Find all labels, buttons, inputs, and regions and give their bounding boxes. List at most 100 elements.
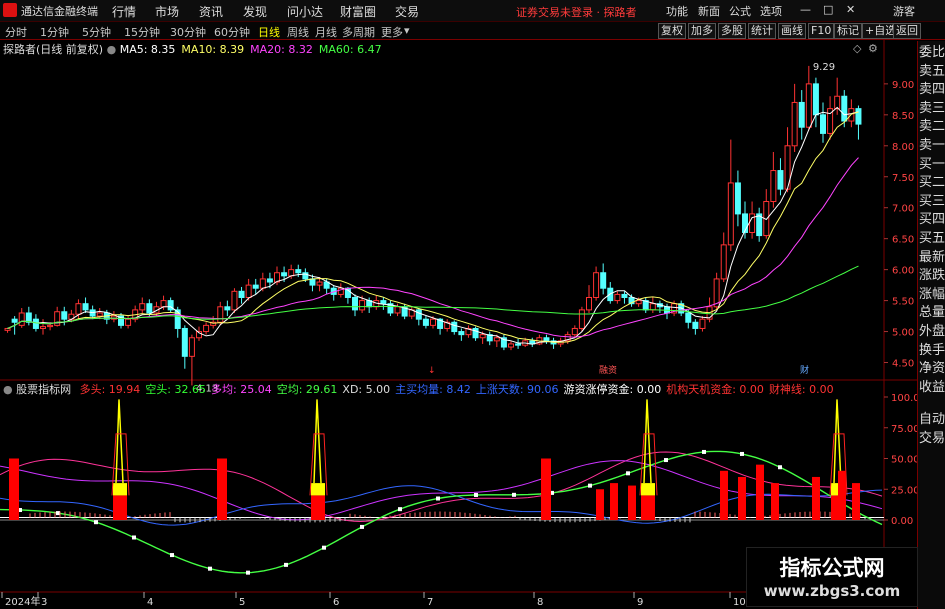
signal-block (311, 495, 325, 520)
candle-body (820, 114, 826, 134)
signal-block (596, 489, 604, 520)
bull-line (0, 451, 883, 523)
candle-body (493, 337, 500, 342)
date-label: 9 (637, 597, 643, 608)
candle-body (699, 318, 706, 329)
sidebar-tab[interactable]: 买五 (918, 231, 945, 247)
candle-body (777, 170, 784, 190)
candle-body (40, 326, 46, 329)
sidebar-tab[interactable]: 买一 (918, 157, 945, 173)
candle-body (720, 244, 727, 280)
candle-body (146, 303, 153, 314)
indicator-value: 上涨天数: 90.06 (475, 383, 559, 396)
candle-body (75, 303, 82, 315)
sidebar-tab[interactable]: 卖一 (918, 138, 945, 154)
sidebar-tab[interactable]: 卖二 (918, 119, 945, 135)
candle-body (543, 337, 550, 342)
sidebar-tab[interactable]: 最新 (918, 250, 945, 266)
sidebar-tab[interactable]: 净资 (918, 361, 945, 377)
gear-icon[interactable]: ⚙ (868, 42, 878, 55)
candle-body (217, 306, 224, 323)
price-tick-label: 5.50 (892, 297, 914, 308)
indicator-value: 空均: 29.61 (276, 383, 338, 396)
candle-body (281, 272, 288, 277)
sidebar-tab[interactable]: 卖四 (918, 82, 945, 98)
candle-body (316, 281, 323, 286)
sidebar-tab[interactable]: 换手 (918, 343, 945, 359)
candle-body (798, 101, 805, 128)
candle-body (422, 318, 429, 326)
signal-block (641, 495, 655, 520)
sidebar-tab[interactable]: 交易 (918, 431, 945, 447)
candle-body (231, 290, 238, 311)
sidebar-tab[interactable]: 外盘 (918, 324, 945, 340)
indicator-dot-icon[interactable]: ● (3, 383, 16, 396)
date-label: 10 (733, 597, 746, 608)
indicator-header: ● 股票指标网 多头: 19.94 空头: 32.65 多均: 25.04 空均: 2… (0, 381, 834, 396)
signal-block (610, 483, 618, 520)
candle-body (295, 269, 302, 274)
signal-dot (778, 465, 782, 470)
candle-body (515, 343, 522, 346)
event-mark[interactable]: ↓ (428, 366, 436, 376)
candle-body (266, 278, 273, 283)
event-mark[interactable]: 财 (800, 364, 809, 376)
stock-chart[interactable]: ◇ ⚙ 9.00 8.50 8.00 7.50 7.00 6.50 6.00 5.50 5.00 4.… (0, 0, 917, 609)
sidebar-tab[interactable]: 涨跌 (918, 268, 945, 284)
candle-body (734, 182, 741, 215)
candle-body (727, 182, 734, 246)
sidebar-tab[interactable]: 买四 (918, 212, 945, 228)
sidebar-tab[interactable]: 卖三 (918, 101, 945, 117)
price-tick-label: 4.50 (892, 359, 914, 370)
spike-line (115, 399, 124, 484)
sidebar-tab[interactable]: 卖五 (918, 64, 945, 80)
candle-body (139, 303, 146, 311)
event-mark[interactable]: 融资 (599, 365, 617, 376)
candle-body (635, 300, 642, 305)
candle-body (415, 309, 422, 320)
indicator-value: 游资涨停资金: 0.00 (563, 383, 662, 396)
indicator-value: 机构天机资金: 0.00 (666, 383, 764, 396)
candle-body (181, 327, 188, 357)
candle-body (614, 293, 621, 302)
signal-block-top (641, 483, 655, 496)
sidebar-tab[interactable]: 收益 (918, 380, 945, 396)
indicator-name[interactable]: 股票指标网 (16, 383, 71, 396)
price-tick-label: 7.00 (892, 204, 914, 215)
candle-body (61, 311, 68, 320)
date-label: 8 (537, 597, 543, 608)
signal-dot (702, 449, 706, 454)
signal-dot (664, 458, 668, 463)
candle-body (47, 324, 54, 328)
diamond-icon[interactable]: ◇ (853, 42, 862, 55)
candle-body (621, 293, 628, 298)
candle-body (812, 83, 819, 116)
indicator-value: 多均: 25.04 (211, 383, 272, 396)
indicator-value: 财神线: 0.00 (768, 383, 834, 396)
candle-body (160, 300, 167, 308)
candle-body (188, 337, 195, 357)
sidebar-tab[interactable]: 委比 (918, 45, 945, 61)
sidebar-tab[interactable]: 买三 (918, 194, 945, 210)
signal-block (9, 458, 19, 520)
indicator-value: 空头: 32.65 (145, 383, 207, 396)
candle-body (11, 318, 18, 323)
price-tick-label: 7.50 (892, 173, 914, 184)
candle-body (4, 327, 11, 331)
signal-block-top (113, 483, 127, 496)
candle-body (472, 327, 479, 339)
quote-sidebar: 委比卖五卖四卖三卖二卖一买一买二买三买四买五最新涨跌涨幅总量外盘换手净资收益自动… (917, 41, 945, 609)
signal-block (628, 485, 636, 520)
sidebar-tab[interactable]: 涨幅 (918, 287, 945, 303)
indicator-tick-label: 25.00 (891, 485, 917, 496)
sidebar-tab[interactable]: 自动 (918, 412, 945, 428)
signal-block (738, 476, 746, 520)
candle-body (252, 284, 259, 289)
signal-dot (94, 520, 98, 525)
signal-dot (322, 545, 326, 550)
candle-body (245, 284, 252, 299)
sidebar-tab[interactable]: 总量 (918, 305, 945, 321)
signal-dot (56, 511, 60, 516)
sidebar-tab[interactable]: 买二 (918, 175, 945, 191)
candle-body (32, 318, 39, 329)
